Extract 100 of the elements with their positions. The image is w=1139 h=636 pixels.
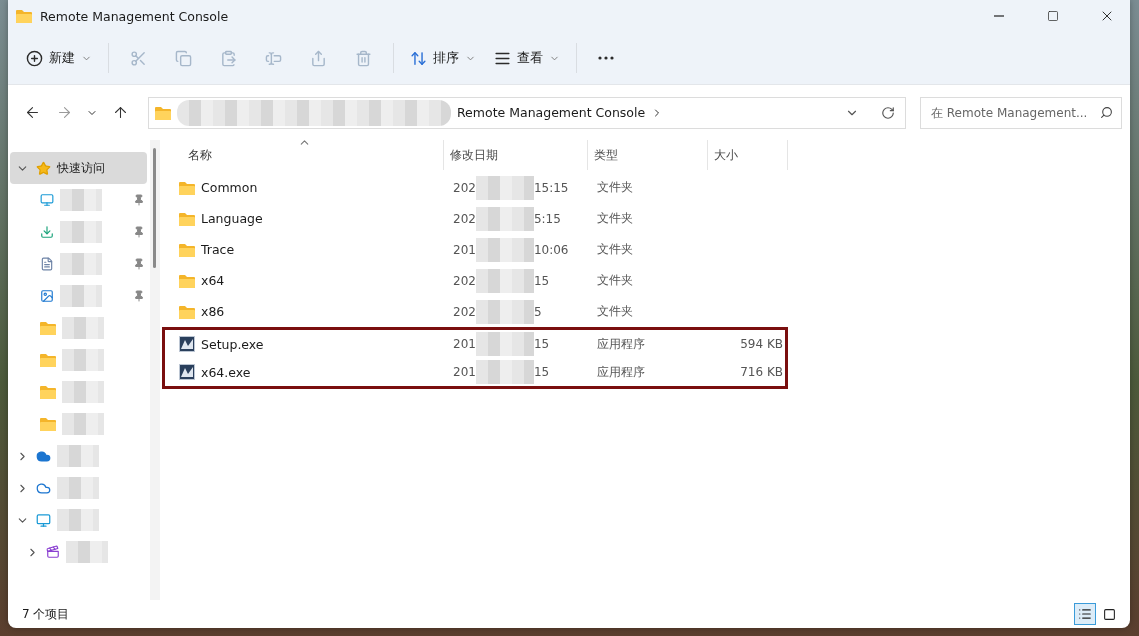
- file-name[interactable]: x64: [177, 273, 447, 288]
- type-column-header[interactable]: 类型: [588, 140, 708, 170]
- name-column-header[interactable]: 名称: [174, 140, 444, 170]
- search-box[interactable]: 在 Remote Management...: [920, 96, 1122, 129]
- folder-icon: [40, 321, 56, 335]
- date-text: 202: [453, 211, 476, 226]
- file-type: 文件夹: [596, 303, 634, 320]
- rename-icon: [265, 49, 282, 67]
- blurred-date: [475, 332, 534, 356]
- copy-icon: [175, 49, 192, 67]
- blurred-date: [475, 268, 534, 293]
- date-text: 202: [453, 304, 476, 319]
- date-column-header[interactable]: 修改日期: [444, 140, 588, 170]
- cloud-icon: [36, 480, 51, 496]
- file-size: 716 KB: [739, 365, 784, 379]
- desktop-icon: [40, 193, 54, 207]
- new-button[interactable]: 新建: [18, 40, 100, 76]
- folder-icon: [179, 211, 195, 226]
- details-view-button[interactable]: [1074, 603, 1096, 625]
- blurred-date: [475, 299, 534, 324]
- blurred-label: [62, 413, 104, 435]
- sidebar-label: 快速访问: [57, 159, 105, 177]
- breadcrumb-item[interactable]: Remote Management Console: [457, 105, 646, 120]
- blurred-label: [60, 221, 102, 243]
- time-text: 15: [533, 273, 550, 288]
- blurred-label: [60, 253, 102, 275]
- time-text: 5:15: [533, 211, 561, 226]
- file-type: 应用程序: [596, 363, 646, 381]
- folder-icon: [179, 304, 195, 319]
- file-type: 文件夹: [596, 179, 634, 196]
- file-size: 594 KB: [739, 337, 784, 351]
- video-icon: [46, 545, 60, 559]
- file-type: 文件夹: [596, 210, 634, 227]
- computer-icon: [36, 512, 51, 528]
- minimize-icon: [994, 15, 1004, 17]
- sidebar-scrollbar[interactable]: [150, 140, 160, 600]
- blurred-date: [475, 237, 534, 262]
- refresh-icon[interactable]: [881, 105, 895, 120]
- sort-button[interactable]: 排序: [402, 40, 484, 76]
- blurred-label: [62, 317, 104, 339]
- sort-icon: [410, 49, 427, 67]
- file-name[interactable]: Setup.exe: [177, 336, 447, 352]
- view-button[interactable]: 查看: [486, 40, 568, 76]
- time-text: 10:06: [533, 242, 569, 257]
- address-bar[interactable]: Remote Management Console: [148, 96, 906, 129]
- folder-icon: [179, 180, 195, 195]
- maximize-icon: [1047, 10, 1059, 22]
- time-text: 15:15: [533, 180, 569, 195]
- blurred-date: [475, 175, 534, 200]
- blurred-label: [62, 349, 104, 371]
- share-icon: [310, 49, 327, 67]
- blurred-date: [475, 206, 534, 231]
- image-icon: [40, 289, 54, 303]
- blurred-label: [57, 477, 99, 499]
- blurred-label: [62, 381, 104, 403]
- download-icon: [40, 225, 54, 239]
- document-icon: [40, 257, 54, 271]
- more-icon: [598, 56, 614, 60]
- star-icon: [36, 160, 51, 176]
- blurred-date: [475, 360, 534, 384]
- folder-icon: [40, 385, 56, 399]
- sidebar-item[interactable]: 快速访问: [10, 152, 147, 184]
- item-count: 7 个项目: [22, 605, 71, 623]
- file-type: 应用程序: [596, 335, 646, 353]
- blurred-label: [57, 445, 99, 467]
- application-icon: [179, 364, 195, 380]
- application-icon: [179, 336, 195, 352]
- folder-icon: [179, 242, 195, 257]
- window-title: Remote Management Console: [40, 8, 230, 24]
- file-name[interactable]: x86: [177, 304, 447, 319]
- size-column-header[interactable]: 大小: [708, 140, 788, 170]
- date-text: 201: [453, 365, 476, 379]
- blurred-label: [60, 189, 102, 211]
- folder-icon: [179, 273, 195, 288]
- blurred-label: [60, 285, 102, 307]
- blurred-label: [66, 541, 108, 563]
- list-icon: [1078, 607, 1092, 621]
- date-text: 201: [453, 337, 476, 351]
- time-text: 15: [533, 365, 550, 379]
- search-icon: [1100, 106, 1113, 119]
- file-type: 文件夹: [596, 272, 634, 289]
- square-icon: [1102, 607, 1116, 621]
- cut-icon: [130, 49, 147, 67]
- time-text: 15: [533, 337, 550, 351]
- folder-icon: [16, 9, 32, 23]
- file-name[interactable]: Language: [177, 211, 447, 226]
- blurred-label: [57, 509, 99, 531]
- folder-icon: [155, 105, 171, 120]
- time-text: 5: [533, 304, 542, 319]
- file-type: 文件夹: [596, 241, 634, 258]
- delete-icon: [355, 49, 372, 67]
- folder-icon: [40, 417, 56, 431]
- add-icon: [26, 49, 43, 67]
- paste-icon: [220, 49, 237, 67]
- cloud-icon: [36, 448, 51, 464]
- file-name[interactable]: Trace: [177, 242, 447, 257]
- file-name[interactable]: x64.exe: [177, 364, 447, 380]
- date-text: 202: [453, 180, 476, 195]
- file-name[interactable]: Common: [177, 180, 447, 195]
- folder-icon: [40, 353, 56, 367]
